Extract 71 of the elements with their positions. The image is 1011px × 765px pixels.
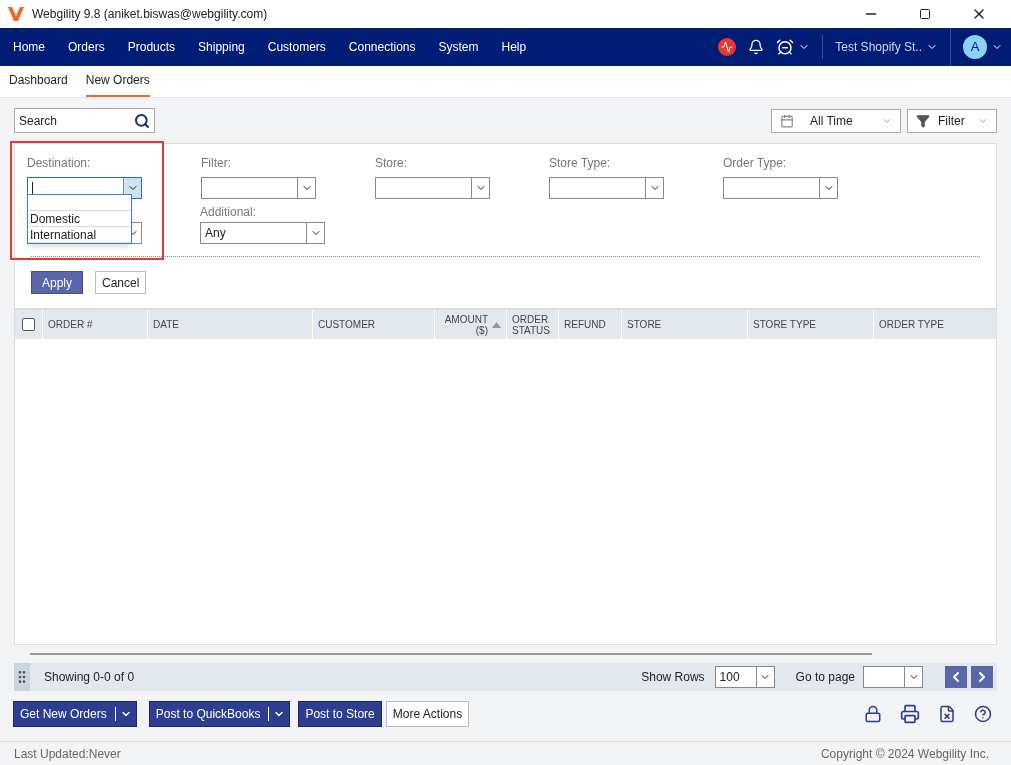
apply-button[interactable]: Apply [31,271,84,294]
column-header[interactable]: AMOUNT ($) [434,310,506,339]
column-header[interactable]: DATE [147,310,312,339]
help-icon[interactable] [974,705,992,723]
export-icon[interactable] [938,705,956,723]
logo-icon [8,7,24,21]
grip-icon[interactable] [14,663,30,691]
filter-label: Order Type: [723,155,788,172]
nav-item[interactable]: Connections [338,38,426,56]
sort-icon [492,321,501,328]
search-field[interactable]: Search [15,109,134,132]
select-value: Any [205,225,226,242]
column-header[interactable]: STORE TYPE [747,310,873,339]
dropdown-option[interactable]: Domestic [28,211,131,227]
filter-label: Store Type: [549,155,612,172]
nav-item[interactable]: Help [491,38,537,56]
select-value: 100 [719,669,740,686]
nav-item[interactable]: System [428,38,489,56]
calendar-icon [780,113,794,128]
search-field[interactable]: Search [14,108,155,133]
filter-label: Destination: [27,155,92,172]
window-title: Webgility 9.8 (aniket.biswas@webgility.com) [32,6,269,23]
copyright-text: Copyright © 2024 Webgility Inc. [820,745,989,763]
action-button[interactable]: Post to Store [298,701,382,727]
split-button[interactable]: Get New Orders [13,701,137,727]
cancel-button[interactable]: Cancel [95,271,147,294]
nav-item[interactable]: Shipping [188,38,255,56]
showing-text: Showing 0-0 of 0 [44,669,136,686]
select-field[interactable] [201,177,316,199]
column-header[interactable]: ORDER # [42,310,147,339]
column-header[interactable]: STORE [621,310,747,339]
activity-icon[interactable] [718,38,737,56]
select-field[interactable] [375,177,490,199]
avatar[interactable]: A [963,35,987,59]
alarm-icon[interactable] [776,38,795,56]
dropdown-option[interactable]: International [28,227,131,243]
tab[interactable]: New Orders [85,71,150,97]
select-field[interactable]: 100 [714,666,775,688]
action-button[interactable]: More Actions [385,701,470,727]
search-icon [134,112,150,129]
filter-label: Additional: [200,204,257,217]
split-button[interactable]: Post to QuickBooks [148,701,291,727]
nav-item[interactable]: Orders [58,38,115,56]
filter-dropdown[interactable]: Filter [907,108,997,133]
nav-item[interactable]: Home [3,38,55,56]
select-field[interactable] [549,177,664,199]
next-page-button[interactable] [971,666,993,688]
go-to-page-label: Go to page [795,669,855,686]
filter-icon [916,113,930,128]
date-range-dropdown[interactable]: All Time [771,108,901,133]
print-icon[interactable] [900,704,920,724]
filter-label: Filter: [201,155,232,172]
show-rows-label: Show Rows [641,669,705,686]
maximize-icon[interactable] [919,8,931,20]
nav-item[interactable]: Products [117,38,186,56]
last-updated-text: Last Updated:Never [14,745,121,763]
select-all-checkbox[interactable] [22,318,35,331]
notification-icon[interactable] [748,39,765,55]
lock-icon[interactable] [864,705,882,723]
select-field[interactable] [723,177,838,199]
column-header[interactable]: CUSTOMER [312,310,434,339]
nav-item[interactable]: Customers [257,38,336,56]
previous-page-button[interactable] [945,666,967,688]
filter-label: Store: [375,155,408,172]
column-header[interactable]: ORDER STATUS [506,310,558,339]
select-field[interactable]: Any [200,222,325,244]
column-header[interactable]: ORDER TYPE [873,310,996,339]
store-selector[interactable]: Test Shopify St.. [835,38,922,56]
column-header[interactable]: REFUND [558,310,621,339]
select-field[interactable] [863,666,923,688]
tab[interactable]: Dashboard [9,71,68,97]
